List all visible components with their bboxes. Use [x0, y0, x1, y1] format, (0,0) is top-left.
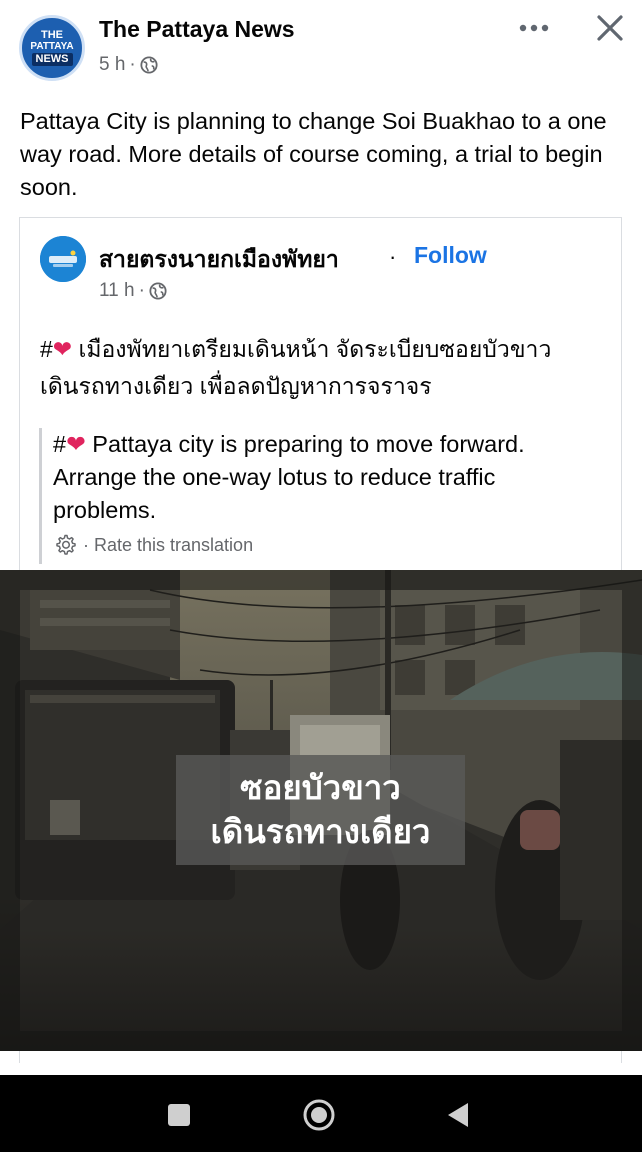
page-name[interactable]: The Pattaya News — [99, 16, 295, 43]
more-horizontal-icon[interactable] — [517, 14, 551, 42]
shared-post-text: #❤ เมืองพัทยาเตรียมเดินหน้า จัดระเบียบซอ… — [40, 331, 610, 405]
triangle-back-icon[interactable] — [439, 1095, 479, 1135]
globe-icon — [140, 56, 158, 74]
circle-icon[interactable] — [299, 1095, 339, 1135]
post-time[interactable]: 5 h — [99, 54, 125, 76]
post-meta: 5 h · — [99, 54, 158, 76]
shared-page-avatar[interactable] — [40, 236, 86, 282]
translation-block: #❤ Pattaya city is preparing to move for… — [39, 428, 599, 564]
post-header: THE PATTAYA NEWS The Pattaya News 5 h · — [0, 0, 642, 92]
page-avatar[interactable]: THE PATTAYA NEWS — [19, 15, 85, 81]
shared-post-thai-text: เมืองพัทยาเตรียมเดินหน้า จัดระเบียบซอยบั… — [40, 336, 552, 399]
post-text: Pattaya City is planning to change Soi B… — [20, 108, 607, 200]
gear-icon — [56, 534, 76, 555]
caption-line-2: เดินรถทางเดียว — [210, 812, 431, 851]
shared-post-time[interactable]: 11 h — [99, 280, 135, 302]
hashtag-symbol: # — [40, 336, 53, 362]
shared-page-name[interactable]: สายตรงนายกเมืองพัทยา — [99, 242, 339, 278]
shared-post-meta: 11 h · — [99, 280, 167, 302]
shared-meta-separator: · — [138, 280, 145, 301]
follow-separator: · — [389, 244, 397, 269]
translation-hashtag-symbol: # — [53, 431, 67, 457]
close-icon[interactable] — [594, 12, 626, 44]
caption-line-1: ซอยบัวขาว — [240, 768, 401, 807]
meta-separator: · — [129, 54, 136, 75]
system-navigation-bar — [0, 1075, 642, 1152]
translation-body: Pattaya city is preparing to move forwar… — [53, 431, 525, 523]
globe-icon — [149, 282, 167, 300]
square-icon[interactable] — [159, 1095, 199, 1135]
follow-button[interactable]: Follow — [414, 242, 487, 269]
translation-text: #❤ Pattaya city is preparing to move for… — [53, 428, 599, 527]
heart-icon: ❤ — [66, 431, 86, 457]
shared-avatar-logo-icon — [40, 236, 86, 282]
heart-icon: ❤ — [52, 336, 73, 362]
photo-caption: ซอยบัวขาว เดินรถทางเดียว — [176, 755, 465, 865]
rate-translation[interactable]: · Rate this translation — [53, 533, 599, 557]
rate-translation-label[interactable]: · Rate this translation — [83, 535, 253, 556]
